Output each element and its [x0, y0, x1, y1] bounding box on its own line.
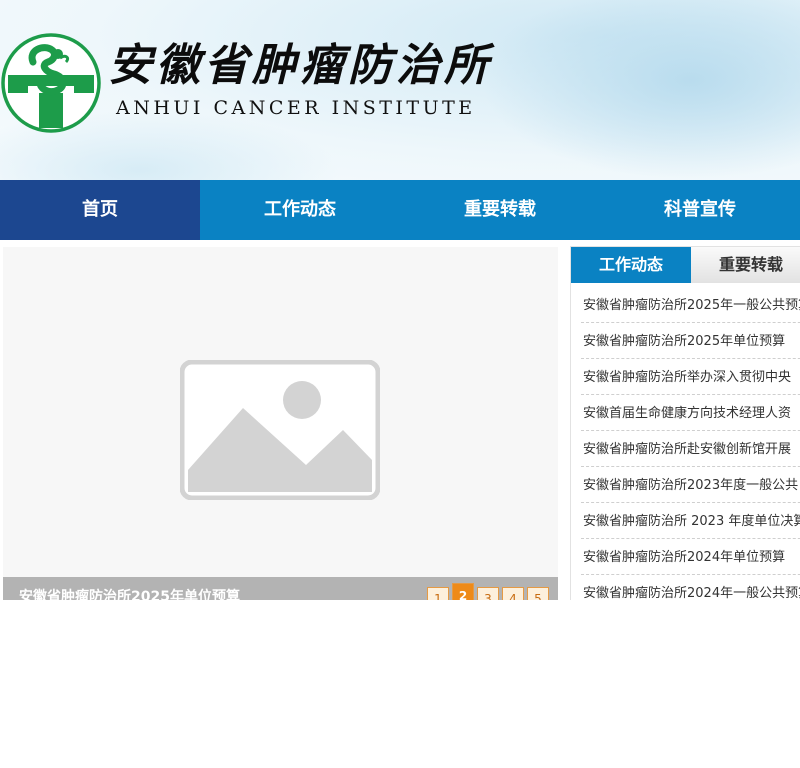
slider-page-4[interactable]: 4: [502, 587, 524, 600]
slider-page-1[interactable]: 1: [427, 587, 449, 600]
news-list-item[interactable]: 安徽首届生命健康方向技术经理人资: [581, 395, 800, 431]
image-slider[interactable]: 安徽省肿瘤防治所2025年单位预算 1 2 3 4 5: [3, 247, 558, 600]
news-list-item[interactable]: 安徽省肿瘤防治所2023年度一般公共: [581, 467, 800, 503]
news-list-item[interactable]: 安徽省肿瘤防治所 2023 年度单位决算: [581, 503, 800, 539]
header-background-cloud: [480, 0, 800, 180]
news-list-item[interactable]: 安徽省肿瘤防治所举办深入贯彻中央: [581, 359, 800, 395]
nav-item-home[interactable]: 首页: [0, 180, 200, 240]
slider-caption[interactable]: 安徽省肿瘤防治所2025年单位预算: [19, 586, 240, 600]
slider-caption-bar: 安徽省肿瘤防治所2025年单位预算 1 2 3 4 5: [3, 577, 558, 600]
slider-pager: 1 2 3 4 5: [427, 583, 549, 600]
news-panel: 工作动态 重要转载 安徽省肿瘤防治所2025年一般公共预算 安徽省肿瘤防治所20…: [570, 246, 800, 600]
slider-page-5[interactable]: 5: [527, 587, 549, 600]
slider-page-3[interactable]: 3: [477, 587, 499, 600]
tab-reprints[interactable]: 重要转载: [691, 247, 800, 283]
image-placeholder-icon: [180, 360, 380, 500]
tab-work-news[interactable]: 工作动态: [571, 247, 691, 283]
nav-item-science-popularization[interactable]: 科普宣传: [600, 180, 800, 240]
news-list: 安徽省肿瘤防治所2025年一般公共预算 安徽省肿瘤防治所2025年单位预算 安徽…: [581, 287, 800, 600]
cross-logo-icon[interactable]: [0, 32, 102, 134]
page-viewport: 安徽省肿瘤防治所 ANHUI CANCER INSTITUTE 首页 工作动态 …: [0, 0, 800, 600]
site-subtitle: ANHUI CANCER INSTITUTE: [116, 97, 476, 119]
news-list-item[interactable]: 安徽省肿瘤防治所2025年一般公共预算: [581, 287, 800, 323]
news-list-item[interactable]: 安徽省肿瘤防治所2024年一般公共预算: [581, 575, 800, 600]
news-list-item[interactable]: 安徽省肿瘤防治所2025年单位预算: [581, 323, 800, 359]
news-tabs: 工作动态 重要转载: [571, 247, 800, 283]
site-title: 安徽省肿瘤防治所: [108, 40, 492, 91]
nav-item-work-news[interactable]: 工作动态: [200, 180, 400, 240]
nav-item-reprints[interactable]: 重要转载: [400, 180, 600, 240]
site-header: 安徽省肿瘤防治所 ANHUI CANCER INSTITUTE: [0, 0, 800, 180]
news-list-item[interactable]: 安徽省肿瘤防治所2024年单位预算: [581, 539, 800, 575]
news-list-item[interactable]: 安徽省肿瘤防治所赴安徽创新馆开展: [581, 431, 800, 467]
slider-page-2[interactable]: 2: [452, 583, 474, 600]
main-nav: 首页 工作动态 重要转载 科普宣传: [0, 180, 800, 240]
